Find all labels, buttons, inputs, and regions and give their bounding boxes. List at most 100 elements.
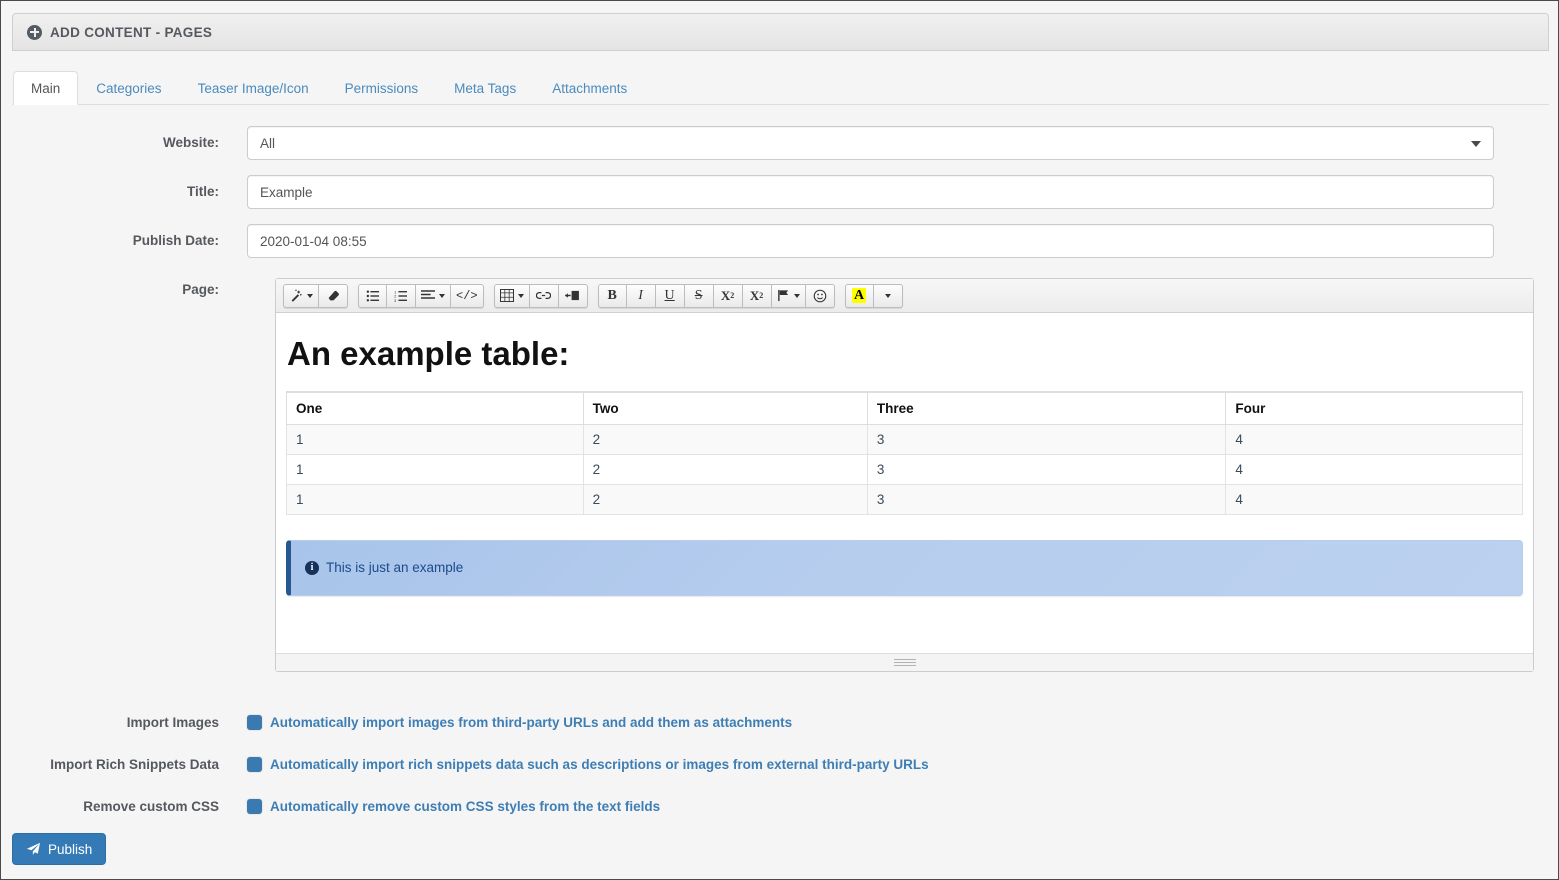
page-label: Page:: [182, 282, 219, 297]
ordered-list-icon[interactable]: 1 2 3: [387, 283, 416, 308]
table-header-cell: One: [286, 390, 584, 425]
publish-button-label: Publish: [48, 841, 93, 857]
rich-text-editor: 1 2 3 </> B I U S X 2 X 2 A An example t…: [275, 278, 1534, 672]
tab-permissions[interactable]: Permissions: [327, 71, 437, 106]
table-cell: 3: [866, 423, 1227, 455]
svg-text:1: 1: [394, 290, 396, 294]
underline-icon[interactable]: U: [655, 283, 685, 308]
page-break-icon[interactable]: [558, 283, 588, 308]
tab-categories[interactable]: Categories: [78, 71, 179, 106]
chevron-down-icon: [884, 293, 891, 298]
table-cell: 4: [1225, 453, 1523, 485]
info-circle-icon: i: [305, 560, 319, 575]
table-row: 1 2 3 4: [286, 453, 1523, 485]
unordered-list-icon[interactable]: [358, 283, 387, 308]
panel-header: ADD CONTENT - PAGES: [12, 13, 1549, 51]
align-icon[interactable]: [416, 283, 451, 308]
bold-icon[interactable]: B: [597, 283, 627, 308]
import-images-checkbox[interactable]: [247, 715, 262, 730]
website-label: Website:: [162, 135, 219, 150]
remove-custom-css-description[interactable]: Automatically remove custom CSS styles f…: [270, 799, 660, 814]
code-icon[interactable]: </>: [451, 283, 484, 308]
tab-meta-tags[interactable]: Meta Tags: [436, 71, 534, 106]
option-row-import-rich-snippets: Import Rich Snippets Data Automatically …: [1, 757, 1558, 772]
toolbar-group-color: A: [844, 283, 903, 308]
import-rich-snippets-description[interactable]: Automatically import rich snippets data …: [270, 757, 929, 772]
import-rich-snippets-checkbox[interactable]: [247, 757, 262, 772]
publish-date-label: Publish Date:: [132, 233, 219, 248]
table-cell: 1: [286, 453, 584, 485]
remove-custom-css-label: Remove custom CSS: [83, 799, 219, 814]
toolbar-group-lists: 1 2 3 </>: [358, 283, 484, 308]
table-cell: 4: [1225, 483, 1523, 515]
chevron-down-icon: [517, 293, 524, 298]
resize-grip-icon: [893, 657, 916, 668]
form-row-title: Title:: [1, 175, 1558, 209]
paper-plane-icon: [26, 842, 41, 855]
table-cell: 3: [866, 483, 1227, 515]
tab-teaser-image-icon[interactable]: Teaser Image/Icon: [180, 71, 327, 106]
info-alert: i This is just an example: [286, 539, 1523, 596]
table-cell: 2: [582, 423, 868, 455]
table-cell: 3: [866, 453, 1227, 485]
table-cell: 1: [286, 423, 584, 455]
import-images-description[interactable]: Automatically import images from third-p…: [270, 715, 792, 730]
chevron-down-icon: [439, 293, 445, 298]
table-cell: 2: [582, 453, 868, 485]
strikethrough-icon[interactable]: S: [684, 283, 714, 308]
emoticon-icon[interactable]: [805, 283, 835, 308]
plus-circle-icon: [27, 24, 42, 40]
website-select-wrapper: [247, 126, 1494, 160]
table-header-cell: Four: [1225, 390, 1523, 425]
publish-button[interactable]: Publish: [12, 833, 107, 865]
editor-toolbar: 1 2 3 </> B I U S X 2 X 2 A: [276, 279, 1533, 313]
chevron-down-icon: [307, 293, 313, 298]
magic-wand-icon[interactable]: [283, 283, 319, 308]
publish-date-input[interactable]: [247, 224, 1494, 258]
import-rich-snippets-label: Import Rich Snippets Data: [50, 757, 219, 772]
page-title: ADD CONTENT - PAGES: [50, 24, 213, 40]
svg-text:2: 2: [394, 294, 396, 298]
tab-main[interactable]: Main: [13, 70, 79, 105]
subscript-icon[interactable]: X2: [742, 283, 772, 308]
option-row-import-images: Import Images Automatically import image…: [1, 715, 1558, 730]
tab-attachments[interactable]: Attachments: [534, 71, 645, 106]
table-cell: 4: [1225, 423, 1523, 455]
toolbar-group-insert: [493, 283, 588, 308]
svg-text:3: 3: [394, 299, 396, 302]
form-row-publish-date: Publish Date:: [1, 224, 1558, 258]
content-table: One Two Three Four 1 2 3 4 1 2 3 4 1 2 3…: [286, 390, 1523, 515]
chevron-down-icon: [793, 293, 800, 298]
form-row-website: Website:: [1, 126, 1558, 160]
import-images-label: Import Images: [126, 715, 219, 730]
website-select[interactable]: [247, 126, 1494, 160]
italic-icon[interactable]: I: [626, 283, 656, 308]
info-alert-text: This is just an example: [326, 560, 464, 576]
document-heading: An example table:: [287, 335, 570, 372]
table-row: 1 2 3 4: [286, 483, 1523, 515]
editor-content-area[interactable]: An example table: One Two Three Four 1 2…: [276, 313, 1533, 653]
option-row-remove-custom-css: Remove custom CSS Automatically remove c…: [1, 799, 1558, 814]
superscript-icon[interactable]: X2: [713, 283, 743, 308]
table-header-row: One Two Three Four: [286, 390, 1523, 425]
title-input[interactable]: [247, 175, 1494, 209]
table-header-cell: Three: [866, 390, 1227, 425]
tab-bar: Main Categories Teaser Image/Icon Permis…: [12, 64, 1549, 105]
toolbar-group-tools: [283, 283, 348, 308]
editor-resize-handle[interactable]: [276, 653, 1533, 671]
text-color-letter: A: [852, 288, 867, 303]
remove-custom-css-checkbox[interactable]: [247, 799, 262, 814]
text-color-dropdown-icon[interactable]: [873, 283, 903, 308]
table-header-cell: Two: [582, 390, 868, 425]
flag-icon[interactable]: [771, 283, 806, 308]
link-icon[interactable]: [529, 283, 559, 308]
table-row: 1 2 3 4: [286, 423, 1523, 455]
table-icon[interactable]: [493, 283, 530, 308]
table-cell: 1: [286, 483, 584, 515]
eraser-icon[interactable]: [319, 283, 348, 308]
title-label: Title:: [186, 184, 219, 199]
text-color-icon[interactable]: A: [844, 283, 874, 308]
table-cell: 2: [582, 483, 868, 515]
app-window: ADD CONTENT - PAGES Main Categories Teas…: [0, 0, 1559, 880]
toolbar-group-format: B I U S X2 X2: [597, 283, 835, 308]
